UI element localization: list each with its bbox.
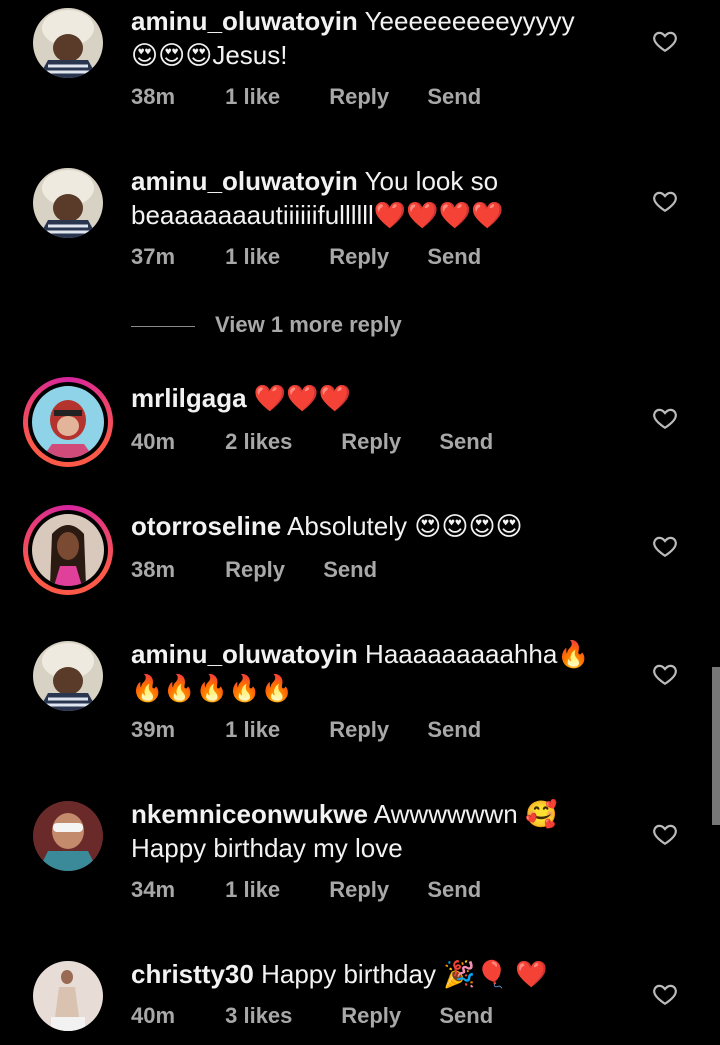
comment-meta: 40m 3 likes Reply Send [131, 1003, 493, 1029]
timestamp: 39m [131, 717, 176, 742]
comment-body: Haaaaaaaaahha🔥 [365, 639, 590, 669]
reply-button[interactable]: Reply [341, 1003, 433, 1029]
send-button[interactable]: Send [427, 717, 481, 743]
avatar[interactable] [33, 168, 103, 238]
comment-meta: 38m Reply Send [131, 557, 377, 583]
send-button[interactable]: Send [427, 877, 481, 903]
username[interactable]: christty30 [131, 959, 254, 989]
comment-body: Yeeeeeeeeeyyyyy [364, 6, 575, 36]
timestamp: 38m [131, 557, 176, 582]
comment-body-line2: 😍😍😍Jesus! [131, 40, 288, 70]
likes-count[interactable]: 2 likes [225, 429, 335, 455]
divider-line [131, 325, 195, 327]
heart-icon[interactable] [652, 981, 678, 1007]
likes-count[interactable]: 1 like [225, 84, 323, 110]
heart-icon[interactable] [652, 28, 678, 54]
comment-meta: 40m 2 likes Reply Send [131, 429, 493, 455]
username[interactable]: mrlilgaga [131, 383, 247, 413]
timestamp: 37m [131, 244, 176, 269]
send-button[interactable]: Send [427, 244, 481, 270]
comment-body: Absolutely 😍😍😍😍 [287, 511, 523, 541]
reply-button[interactable]: Reply [329, 244, 421, 270]
username[interactable]: otorroseline [131, 511, 281, 541]
send-button[interactable]: Send [439, 429, 493, 455]
username[interactable]: aminu_oluwatoyin [131, 6, 358, 36]
heart-icon[interactable] [652, 405, 678, 431]
timestamp: 40m [131, 429, 176, 454]
view-more-label: View 1 more reply [215, 312, 402, 337]
comment-body: ❤️❤️❤️ [253, 383, 351, 413]
comment-body: Awwwwwwn 🥰 [373, 799, 558, 829]
username[interactable]: nkemniceonwukwe [131, 799, 368, 829]
timestamp: 40m [131, 1003, 176, 1028]
comment-body: Happy birthday 🎉🎈 ❤️ [261, 959, 548, 989]
heart-icon[interactable] [652, 821, 678, 847]
likes-count[interactable]: 1 like [225, 717, 323, 743]
avatar [32, 386, 104, 458]
likes-count[interactable]: 1 like [225, 244, 323, 270]
heart-icon[interactable] [652, 188, 678, 214]
comment-body-line2: Happy birthday my love [131, 833, 403, 863]
heart-icon[interactable] [652, 661, 678, 687]
reply-button[interactable]: Reply [341, 429, 433, 455]
comment-text: nkemniceonwukwe Awwwwwwn 🥰 Happy birthda… [131, 797, 611, 865]
reply-button[interactable]: Reply [225, 557, 317, 583]
avatar[interactable] [33, 801, 103, 871]
heart-icon[interactable] [652, 533, 678, 559]
story-ring[interactable] [23, 377, 113, 467]
send-button[interactable]: Send [427, 84, 481, 110]
reply-button[interactable]: Reply [329, 84, 421, 110]
comment-body-line2: 🔥🔥🔥🔥🔥 [131, 673, 293, 703]
username[interactable]: aminu_oluwatoyin [131, 639, 358, 669]
avatar [32, 514, 104, 586]
comment-meta: 37m 1 like Reply Send [131, 244, 481, 270]
avatar[interactable] [33, 961, 103, 1031]
send-button[interactable]: Send [323, 557, 377, 583]
timestamp: 34m [131, 877, 176, 902]
story-ring[interactable] [23, 505, 113, 595]
likes-count[interactable]: 3 likes [225, 1003, 335, 1029]
comment-meta: 34m 1 like Reply Send [131, 877, 481, 903]
send-button[interactable]: Send [439, 1003, 493, 1029]
avatar[interactable] [33, 641, 103, 711]
comment-text: christty30 Happy birthday 🎉🎈 ❤️ [131, 957, 611, 991]
username[interactable]: aminu_oluwatoyin [131, 166, 358, 196]
likes-count[interactable]: 1 like [225, 877, 323, 903]
comment-text: aminu_oluwatoyin You look so beaaaaaaaut… [131, 164, 611, 232]
comment-text: aminu_oluwatoyin Haaaaaaaaahha🔥 🔥🔥🔥🔥🔥 [131, 637, 611, 705]
comment-meta: 39m 1 like Reply Send [131, 717, 481, 743]
timestamp: 38m [131, 84, 176, 109]
comment-text: otorroseline Absolutely 😍😍😍😍 [131, 509, 611, 543]
scrollbar[interactable] [712, 667, 720, 825]
comment-text: aminu_oluwatoyin Yeeeeeeeeeyyyyy 😍😍😍Jesu… [131, 4, 611, 72]
view-more-replies-button[interactable]: View 1 more reply [131, 312, 402, 338]
avatar[interactable] [33, 8, 103, 78]
comment-meta: 38m 1 like Reply Send [131, 84, 481, 110]
reply-button[interactable]: Reply [329, 877, 421, 903]
reply-button[interactable]: Reply [329, 717, 421, 743]
comment-text: mrlilgaga ❤️❤️❤️ [131, 381, 611, 415]
